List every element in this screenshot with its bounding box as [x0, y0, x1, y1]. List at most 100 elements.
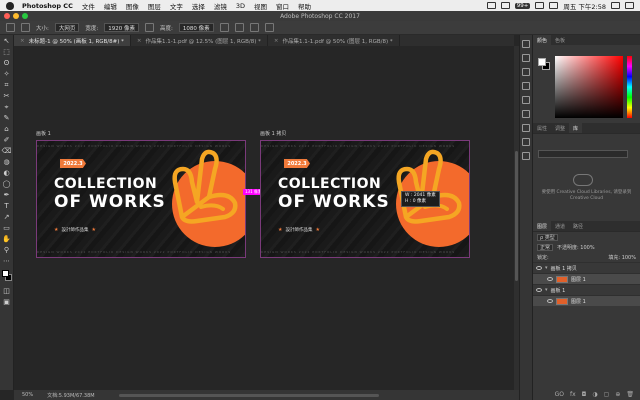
quick-mask-icon[interactable]: ◫ — [2, 287, 12, 295]
menu-select[interactable]: 选择 — [192, 1, 205, 11]
foreground-color[interactable] — [538, 58, 546, 66]
artboard-label[interactable]: 画板 1 拷贝 — [260, 130, 286, 137]
height-input[interactable]: 1080 像素 — [178, 23, 214, 32]
layer-name[interactable]: 图层 1 — [571, 298, 586, 305]
layer-kind-filter[interactable]: ρ 类型 — [537, 233, 558, 241]
quick-select-tool[interactable]: ✧ — [2, 70, 12, 78]
add-artboard-icon[interactable] — [249, 23, 259, 32]
disclosure-caret-icon[interactable]: ▾ — [545, 287, 548, 293]
menu-file[interactable]: 文件 — [82, 1, 95, 11]
mask-icon[interactable]: ◘ — [582, 391, 587, 398]
new-layer-icon[interactable]: ⊕ — [615, 391, 620, 398]
library-dropdown[interactable] — [538, 150, 628, 158]
close-window-button[interactable] — [4, 13, 10, 19]
tab-paths[interactable]: 路径 — [569, 221, 587, 231]
tab-swatches[interactable]: 色板 — [551, 35, 569, 45]
size-select[interactable]: 大网页 — [54, 23, 80, 32]
layer-row[interactable]: 图层 1 — [533, 273, 640, 284]
more-tools[interactable]: ⋯ — [2, 257, 12, 265]
document-canvas[interactable]: 画板 1 DESIGN WORKS 2022 PORTFOLIO DESIGN … — [14, 46, 514, 390]
notification-badge[interactable]: 99+ — [514, 2, 531, 9]
fill-control[interactable]: 填充: 100% — [608, 254, 636, 261]
foreground-color-swatch[interactable] — [1, 270, 9, 277]
document-tab[interactable]: × 作品集1.1-1.pdf @ 50% (图层 1, RGB/8) * — [268, 35, 400, 46]
brush-tool[interactable]: ✎ — [2, 114, 12, 122]
swap-icon[interactable] — [144, 23, 154, 32]
horizontal-scrollbar[interactable] — [118, 393, 379, 397]
fx-icon[interactable]: fx — [570, 391, 576, 398]
history-icon[interactable] — [522, 40, 530, 48]
opacity-control[interactable]: 不透明度: 100% — [557, 244, 595, 251]
artboard-tool-icon[interactable] — [21, 23, 30, 32]
menu-window[interactable]: 窗口 — [276, 1, 289, 11]
zoom-window-button[interactable] — [22, 13, 28, 19]
menubar-clock[interactable]: 周五 下午2:58 — [563, 1, 606, 11]
minimize-window-button[interactable] — [13, 13, 19, 19]
landscape-icon[interactable] — [234, 23, 244, 32]
menu-type[interactable]: 文字 — [170, 1, 183, 11]
width-input[interactable]: 1920 像素 — [104, 23, 139, 32]
artboard[interactable]: DESIGN WORKS 2022 PORTFOLIO DESIGN WORKS… — [260, 140, 470, 258]
menu-view[interactable]: 视图 — [254, 1, 267, 11]
dodge-tool[interactable]: ◐ — [2, 169, 12, 177]
brushes-icon[interactable] — [522, 96, 530, 104]
menu-image[interactable]: 图像 — [126, 1, 139, 11]
layer-thumbnail[interactable] — [556, 275, 568, 283]
new-group-icon[interactable]: ▢ — [604, 391, 610, 398]
type-tool[interactable]: T — [2, 202, 12, 210]
wifi-icon[interactable] — [535, 2, 545, 9]
path-select-tool[interactable]: ↗ — [2, 213, 12, 221]
eraser-tool[interactable]: ⌫ — [2, 147, 12, 155]
menu-3d[interactable]: 3D — [236, 2, 245, 10]
artboard-label[interactable]: 画板 1 — [36, 130, 51, 137]
blend-mode-select[interactable]: 正常 — [537, 243, 554, 251]
battery-icon[interactable] — [549, 2, 559, 9]
close-tab-icon[interactable]: × — [137, 38, 142, 44]
cc-signin-message[interactable]: 要使用 Creative Cloud Libraries, 请登录到 Creat… — [539, 190, 634, 202]
close-tab-icon[interactable]: × — [274, 38, 279, 44]
artboard[interactable]: DESIGN WORKS 2022 PORTFOLIO DESIGN WORKS… — [36, 140, 246, 258]
zoom-level[interactable]: 50% — [22, 392, 33, 398]
blur-tool[interactable]: ◯ — [2, 180, 12, 188]
history-brush-tool[interactable]: ✐ — [2, 136, 12, 144]
link-layers-icon[interactable]: GO — [555, 391, 564, 398]
document-tab[interactable]: × 作品集1.1-1.pdf @ 12.5% (图层 1, RGB/8) * — [131, 35, 268, 46]
paragraph-icon[interactable] — [522, 138, 530, 146]
search-icon[interactable] — [611, 2, 620, 9]
tab-layers[interactable]: 图层 — [533, 221, 552, 231]
info-icon[interactable] — [522, 68, 530, 76]
pen-tool[interactable]: ✒ — [2, 191, 12, 199]
scrollbar-thumb[interactable] — [515, 151, 518, 281]
layer-name[interactable]: 图层 1 — [571, 276, 586, 283]
layer-name[interactable]: 画板 1 拷贝 — [551, 265, 577, 272]
tab-channels[interactable]: 通道 — [551, 221, 569, 231]
tab-properties[interactable]: 属性 — [533, 123, 551, 133]
menu-filter[interactable]: 滤镜 — [214, 1, 227, 11]
marquee-tool[interactable]: ⬚ — [2, 48, 12, 56]
layer-thumbnail[interactable] — [556, 297, 568, 305]
actions-icon[interactable] — [522, 54, 530, 62]
hue-slider[interactable] — [627, 56, 632, 118]
color-swatches[interactable] — [1, 269, 13, 283]
portrait-icon[interactable] — [219, 23, 229, 32]
menu-help[interactable]: 帮助 — [298, 1, 311, 11]
menu-layer[interactable]: 图层 — [148, 1, 161, 11]
adjustment-layer-icon[interactable]: ◑ — [592, 391, 597, 398]
tray-icon[interactable] — [486, 2, 496, 9]
visibility-eye-icon[interactable] — [547, 277, 553, 281]
menu-app-name[interactable]: Photoshop CC — [22, 2, 73, 10]
layer-row[interactable]: ▾ 画板 1 拷贝 — [533, 262, 640, 273]
slice-tool[interactable]: ✂ — [2, 92, 12, 100]
home-icon[interactable] — [6, 23, 15, 32]
clone-source-icon[interactable] — [522, 110, 530, 118]
visibility-eye-icon[interactable] — [536, 266, 542, 270]
list-icon[interactable] — [625, 2, 634, 9]
crop-tool[interactable]: ⌗ — [2, 81, 12, 89]
apple-icon[interactable] — [6, 1, 14, 10]
visibility-eye-icon[interactable] — [547, 299, 553, 303]
layer-row[interactable]: ▾ 画板 1 — [533, 284, 640, 295]
stamp-tool[interactable]: ⌂ — [2, 125, 12, 133]
tab-libraries[interactable]: 库 — [569, 123, 583, 133]
screen-mode-icon[interactable]: ▣ — [2, 298, 12, 306]
zoom-tool[interactable]: ⚲ — [2, 246, 12, 254]
